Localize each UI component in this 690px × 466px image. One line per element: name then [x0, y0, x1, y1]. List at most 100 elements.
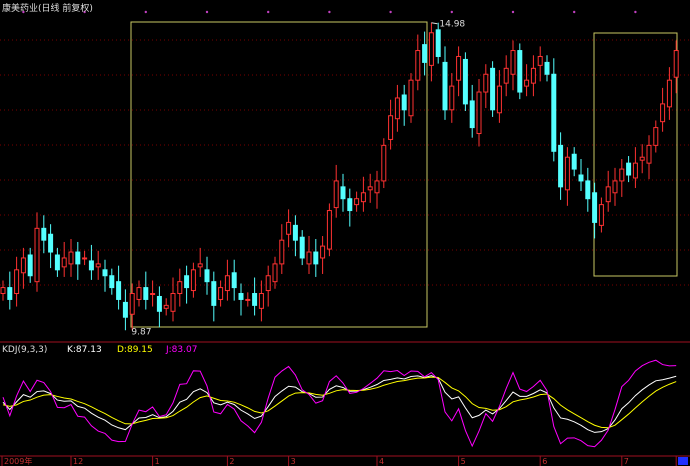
candle-down [571, 153, 577, 170]
candle-up [367, 186, 373, 191]
candle-down [578, 174, 584, 182]
candle-up [449, 85, 455, 111]
x-tick-label: 1 [155, 457, 160, 466]
chart-title: 康美药业(日线 前复权) [2, 2, 93, 14]
event-marker [634, 10, 637, 14]
candle-down [422, 44, 428, 63]
candle-down [442, 61, 448, 111]
candle-up [320, 245, 326, 259]
candle-up [95, 263, 101, 268]
event-marker [267, 10, 270, 14]
candle-down [184, 275, 190, 289]
candle-up [68, 251, 74, 265]
scroll-handle[interactable] [678, 457, 688, 465]
event-marker [328, 10, 331, 14]
event-marker [389, 10, 392, 14]
candle-up [496, 85, 502, 114]
candle-up [483, 73, 489, 93]
candle-up [564, 156, 570, 191]
candle-up [360, 192, 366, 203]
candle-up [272, 263, 278, 283]
candle-down [122, 301, 128, 318]
candle-down [544, 61, 550, 75]
x-tick-label: 12 [73, 457, 83, 466]
candle-down [462, 58, 468, 105]
event-marker [144, 10, 147, 14]
candle-down [211, 281, 217, 306]
kdj-name: KDJ(9,3,3) [2, 345, 47, 355]
candle-up [374, 180, 380, 194]
candle-up [408, 79, 414, 117]
candle-down [88, 260, 94, 271]
candle-down [75, 251, 81, 265]
candle-up [605, 186, 611, 203]
candle-up [163, 304, 169, 309]
candle-down [102, 269, 108, 277]
candle-up [224, 275, 230, 292]
event-marker [450, 10, 453, 14]
candle-up [673, 50, 679, 78]
candle-down [204, 269, 210, 283]
candle-up [524, 79, 530, 87]
candle-up [258, 293, 264, 309]
candle-up [197, 263, 203, 268]
candle-up [265, 275, 271, 292]
candle-up [612, 180, 618, 194]
candle-up [510, 50, 516, 75]
candle-up [381, 144, 387, 182]
candle-up [306, 251, 312, 265]
candle-up [619, 168, 625, 182]
x-tick-label: 7 [624, 457, 629, 466]
candle-up [14, 269, 20, 295]
stock-chart: 2009年1212345678 14.98 9.87 康美药业(日线 前复权) … [0, 0, 690, 466]
candle-down [313, 251, 319, 265]
x-tick-label: 2 [229, 457, 234, 466]
candle-up [20, 257, 26, 274]
candle-up [456, 55, 462, 81]
candle-up [476, 91, 482, 135]
candle-down [490, 67, 496, 111]
candle-down [116, 281, 122, 300]
candle-down [48, 233, 54, 253]
candle-up [354, 198, 360, 206]
candle-down [252, 293, 258, 306]
candle-down [340, 186, 346, 200]
candle-up [177, 281, 183, 295]
candle-up [286, 221, 292, 235]
candle-down [585, 180, 591, 200]
candle-up [170, 293, 176, 312]
candle-up [632, 162, 638, 179]
candle-up [326, 210, 332, 250]
x-tick-label: 5 [461, 457, 466, 466]
d-value: D:89.15 [117, 345, 153, 355]
candle-up [82, 257, 88, 260]
candle-down [469, 100, 475, 129]
candle-up [660, 103, 666, 123]
candle-up [150, 293, 156, 296]
candle-down [551, 73, 557, 152]
candle-down [231, 272, 237, 289]
high-price-label: 14.98 [439, 20, 465, 30]
candle-down [558, 144, 564, 188]
chart-canvas: 2009年1212345678 14.98 9.87 康美药业(日线 前复权) … [0, 0, 690, 466]
candle-up [218, 287, 224, 300]
x-tick-label: 3 [291, 457, 296, 466]
candle-down [347, 198, 353, 212]
candle-up [61, 257, 67, 268]
candle-up [666, 79, 672, 108]
candle-up [653, 127, 659, 146]
candle-down [41, 227, 47, 241]
candle-down [143, 287, 149, 300]
j-value: J:83.07 [165, 345, 197, 355]
candle-down [592, 192, 598, 223]
candle-down [27, 254, 33, 277]
candle-up [136, 287, 142, 300]
candle-down [156, 295, 162, 312]
candle-up [646, 144, 652, 164]
x-tick-label: 4 [379, 457, 384, 466]
x-tick-label: 6 [542, 457, 547, 466]
event-marker [511, 10, 515, 14]
candle-up [639, 156, 645, 161]
x-tick-label: 2009年 [4, 456, 32, 466]
candle-down [292, 224, 298, 241]
